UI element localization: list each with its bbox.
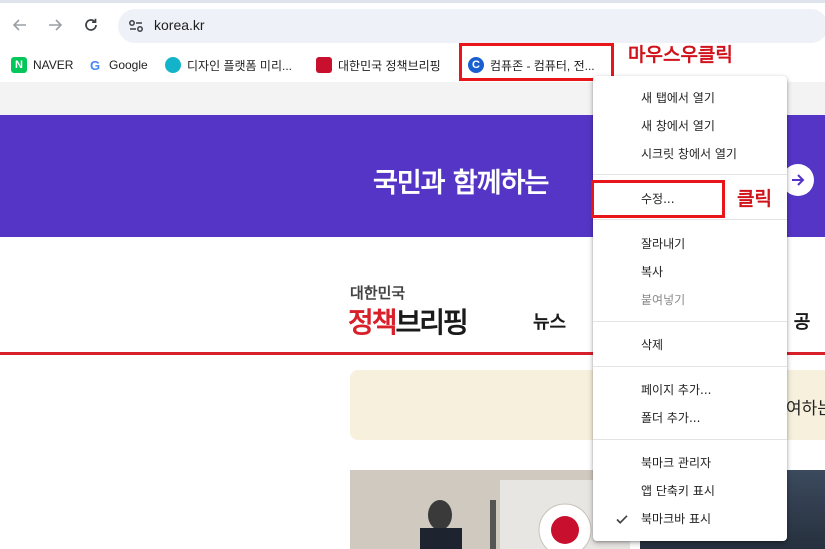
menu-item-paste: 붙여넣기: [641, 293, 686, 307]
bookmark-context-menu: 새 탭에서 열기 새 창에서 열기 시크릿 창에서 열기 수정... 잘라내기 …: [593, 76, 787, 541]
menu-separator: [593, 219, 787, 220]
logo-part-a: 정책: [348, 306, 398, 339]
google-icon: G: [87, 57, 103, 73]
design-platform-icon: [165, 57, 181, 73]
menu-item-open-incognito[interactable]: 시크릿 창에서 열기: [593, 140, 787, 168]
news-photo[interactable]: [350, 470, 630, 549]
url-text: korea.kr: [154, 17, 205, 33]
menu-item-show-apps-shortcut[interactable]: 앱 단축키 표시: [593, 477, 787, 505]
menu-item-open-new-tab[interactable]: 새 탭에서 열기: [593, 84, 787, 112]
reload-icon: [85, 18, 97, 31]
press-briefing-image: [350, 470, 630, 549]
menu-item-delete[interactable]: 삭제: [593, 331, 787, 359]
address-bar[interactable]: korea.kr: [118, 9, 825, 43]
menu-item-open-new-window[interactable]: 새 창에서 열기: [593, 112, 787, 140]
bookmark-highlight-box: [459, 43, 614, 81]
bookmark-policy-briefing[interactable]: 대한민국 정책브리핑: [316, 54, 441, 76]
bookmark-label: 대한민국 정책브리핑: [338, 58, 441, 73]
notice-text: 여하는: [786, 399, 825, 419]
tune-icon: [129, 20, 143, 32]
menu-item-cut[interactable]: 잘라내기: [593, 230, 787, 258]
browser-window: korea.kr N NAVER G Google 디자인 플랫폼 미리... …: [0, 0, 825, 549]
forward-button[interactable]: [41, 11, 69, 39]
menu-item-bookmark-manager[interactable]: 북마크 관리자: [593, 449, 787, 477]
arrow-left-icon: [12, 19, 26, 31]
menu-separator: [593, 321, 787, 322]
bookmark-design-platform[interactable]: 디자인 플랫폼 미리...: [165, 54, 292, 76]
nav-news-link[interactable]: 뉴스: [533, 308, 566, 334]
naver-icon: N: [11, 57, 27, 73]
bookmark-label: Google: [109, 58, 148, 72]
logo-part-b: 브리핑: [395, 306, 469, 339]
menu-separator: [593, 439, 787, 440]
bookmark-naver[interactable]: N NAVER: [11, 54, 73, 76]
menu-separator: [593, 366, 787, 367]
back-button[interactable]: [6, 11, 34, 39]
site-logo[interactable]: 정책브리핑: [348, 301, 469, 341]
arrow-right-icon: [49, 19, 63, 31]
menu-item-label: 북마크바 표시: [641, 512, 712, 526]
site-logo-subtitle: 대한민국: [350, 284, 406, 302]
menu-item-copy[interactable]: 복사: [593, 258, 787, 286]
right-click-annotation: 마우스우클릭: [628, 44, 733, 66]
menu-separator: [593, 174, 787, 175]
banner-headline: 국민과 함께하는: [373, 168, 549, 199]
arrow-right-icon: [792, 174, 805, 186]
menu-item-show-bookmarks-bar[interactable]: 북마크바 표시: [593, 505, 787, 533]
policy-briefing-icon: [316, 57, 332, 73]
checkmark-icon: [616, 515, 628, 524]
edit-highlight-box: [591, 180, 725, 218]
bookmark-label: NAVER: [33, 58, 74, 72]
bookmark-label: 디자인 플랫폼 미리...: [187, 58, 292, 73]
reload-button[interactable]: [77, 11, 105, 39]
click-annotation: 클릭: [737, 188, 772, 210]
site-info-button[interactable]: [126, 16, 146, 36]
bookmark-google[interactable]: G Google: [87, 54, 148, 76]
menu-item-add-folder[interactable]: 폴더 추가...: [593, 404, 787, 432]
menu-item-add-page[interactable]: 페이지 추가...: [593, 376, 787, 404]
